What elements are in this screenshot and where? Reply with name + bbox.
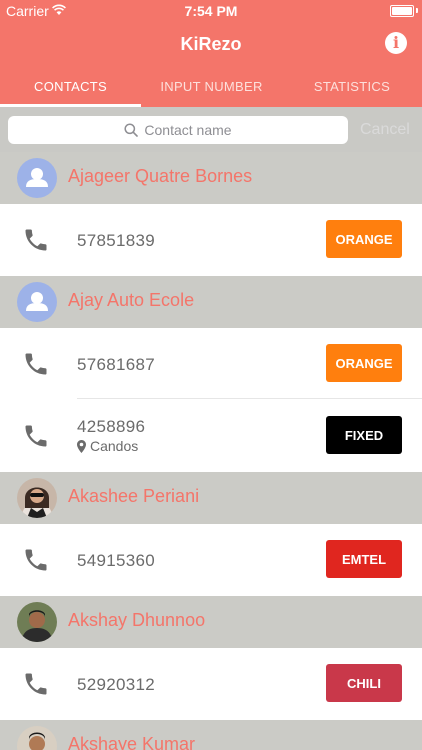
avatar: [17, 158, 57, 198]
contact-section-header[interactable]: Ajay Auto Ecole: [0, 276, 422, 328]
person-icon: [26, 292, 48, 311]
search-placeholder: Contact name: [144, 122, 232, 138]
contact-section-header[interactable]: Akshaye Kumar: [0, 720, 422, 750]
operator-badge: ORANGE: [326, 344, 402, 382]
contact-name: Ajay Auto Ecole: [68, 290, 195, 310]
contact-section-header[interactable]: Ajageer Quatre Bornes: [0, 152, 422, 204]
contact-photo: [17, 726, 57, 750]
location-label: Candos: [90, 438, 139, 454]
contact-name: Akshaye Kumar: [68, 734, 196, 750]
phone-icon: [25, 425, 47, 447]
status-time: 7:54 PM: [184, 3, 238, 19]
contact-section-header[interactable]: Akashee Periani: [0, 472, 422, 524]
contact-name: Akshay Dhunnoo: [68, 610, 206, 630]
operator-badge: CHILI: [326, 664, 402, 702]
row-divider: [77, 398, 422, 399]
battery-icon: [390, 5, 414, 17]
phone-icon: [25, 229, 47, 251]
search-bar: Contact name Cancel: [0, 107, 422, 152]
operator-badge: EMTEL: [326, 540, 402, 578]
avatar: [17, 602, 57, 642]
contact-photo: [17, 478, 57, 518]
cancel-button[interactable]: Cancel: [360, 121, 410, 139]
avatar: [17, 726, 57, 750]
app-title: KiRezo: [180, 34, 242, 54]
tab-statistics[interactable]: STATISTICS: [282, 66, 422, 107]
tab-contacts[interactable]: CONTACTS: [0, 66, 141, 107]
contact-section-header[interactable]: Akshay Dhunnoo: [0, 596, 422, 648]
phone-number: 57681687: [77, 355, 156, 374]
phone-row[interactable]: 57681687 ORANGE: [0, 328, 422, 399]
status-bar: Carrier 7:54 PM: [0, 0, 422, 22]
person-icon: [26, 168, 48, 187]
contact-name: Ajageer Quatre Bornes: [68, 166, 253, 186]
contact-photo: [17, 602, 57, 642]
location-line: Candos: [77, 438, 138, 454]
phone-icon: [25, 673, 47, 695]
avatar: [17, 478, 57, 518]
phone-icon: [25, 549, 47, 571]
phone-row[interactable]: 57851839 ORANGE: [0, 204, 422, 275]
phone-icon: [25, 353, 47, 375]
contact-name: Akashee Periani: [68, 486, 200, 506]
search-input[interactable]: Contact name: [8, 116, 348, 144]
phone-number: 54915360: [77, 551, 156, 570]
phone-number: 57851839: [77, 231, 156, 250]
tab-input-number[interactable]: INPUT NUMBER: [141, 66, 282, 107]
phone-number: 52920312: [77, 675, 156, 694]
phone-row[interactable]: 52920312 CHILI: [0, 648, 422, 719]
phone-number: 4258896: [77, 417, 146, 436]
app-header: Carrier 7:54 PM KiRezo i CONTACTS INPUT …: [0, 0, 422, 107]
operator-badge: ORANGE: [326, 220, 402, 258]
phone-row[interactable]: 54915360 EMTEL: [0, 524, 422, 595]
info-icon[interactable]: i: [385, 32, 407, 54]
search-icon: [124, 123, 139, 137]
operator-badge: FIXED: [326, 416, 402, 454]
phone-row[interactable]: 4258896 Candos FIXED: [0, 400, 422, 471]
avatar: [17, 282, 57, 322]
location-pin-icon: [77, 439, 86, 453]
